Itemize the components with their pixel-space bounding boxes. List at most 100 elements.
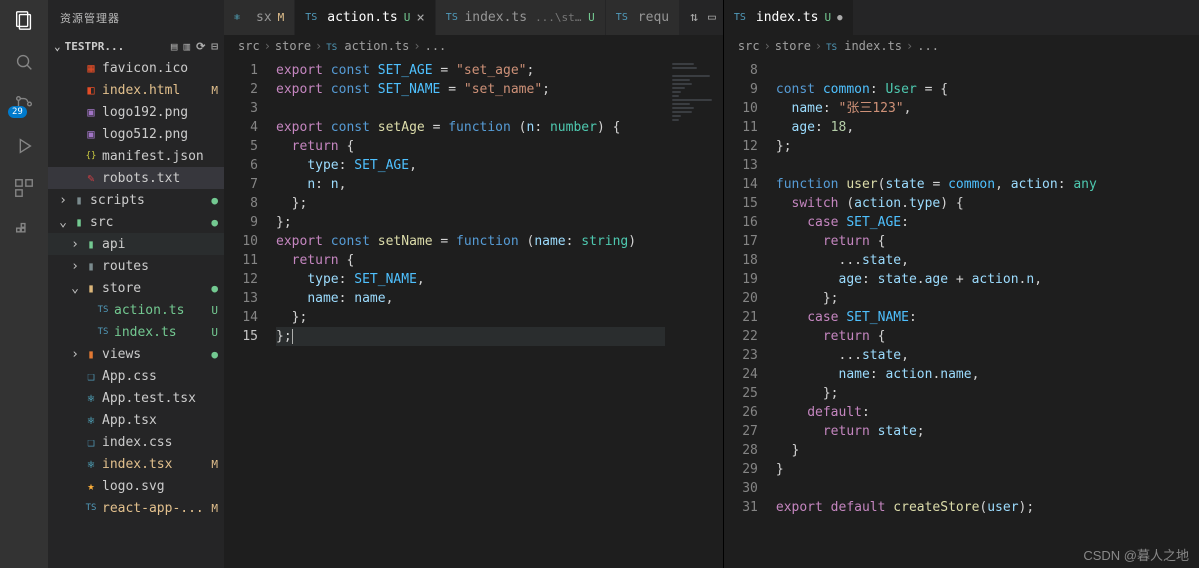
debug-icon[interactable] <box>12 134 36 158</box>
tree-item-label: manifest.json <box>102 149 204 164</box>
file-icon: ▮ <box>82 259 100 273</box>
collapse-icon[interactable]: ⊟ <box>211 40 218 53</box>
tree-item-label: index.html <box>102 83 204 98</box>
tree-item-label: App.tsx <box>102 413 204 428</box>
file-icon: ▦ <box>82 61 100 75</box>
tab-label: action.ts <box>327 10 397 25</box>
tree-item-scripts[interactable]: ›▮scripts● <box>48 189 224 211</box>
tree-item-label: index.tsx <box>102 457 204 472</box>
git-status: ● <box>204 348 218 361</box>
file-icon: ⚛ <box>82 457 100 471</box>
tree-item-views[interactable]: ›▮views● <box>48 343 224 365</box>
code-right[interactable]: const common: User = { name: "张三123", ag… <box>772 57 1199 568</box>
tree-item-logo192-png[interactable]: ▣logo192.png <box>48 101 224 123</box>
tree-item-label: views <box>102 347 204 362</box>
file-icon: ✎ <box>82 171 100 185</box>
code-left[interactable]: export const SET_AGE = "set_age";export … <box>272 57 665 568</box>
tab-sx[interactable]: ⚛sxM <box>224 0 295 35</box>
git-status: ● <box>204 216 218 229</box>
tree-item-label: App.test.tsx <box>102 391 204 406</box>
file-icon: ⚛ <box>82 413 100 427</box>
new-folder-icon[interactable]: ▥ <box>184 40 191 53</box>
tree-item-index-css[interactable]: ❑index.css <box>48 431 224 453</box>
source-control-icon[interactable]: 29 <box>12 92 36 116</box>
file-tree[interactable]: ▦favicon.ico◧index.htmlM▣logo192.png▣log… <box>48 57 224 568</box>
breadcrumb-item[interactable]: TS action.ts <box>326 39 409 53</box>
git-status: M <box>204 502 218 515</box>
breadcrumbs-right[interactable]: src›store›TS index.ts›... <box>724 35 1199 57</box>
new-file-icon[interactable]: ▤ <box>171 40 178 53</box>
extensions-icon[interactable] <box>12 176 36 200</box>
tree-item-favicon-ico[interactable]: ▦favicon.ico <box>48 57 224 79</box>
tree-item-index-ts[interactable]: TSindex.tsU <box>48 321 224 343</box>
file-icon: TS <box>82 503 100 513</box>
tab-index-ts[interactable]: TSindex.tsU● <box>724 0 854 35</box>
tree-item-label: routes <box>102 259 204 274</box>
breadcrumb-item[interactable]: ... <box>425 39 447 53</box>
dirty-dot-icon: ● <box>837 13 842 23</box>
file-icon: TS <box>94 305 112 315</box>
tab-action-ts[interactable]: TSaction.tsU× <box>295 0 436 35</box>
tab-index-ts[interactable]: TSindex.ts...\storeU <box>436 0 606 35</box>
tree-item-app-css[interactable]: ❑App.css <box>48 365 224 387</box>
editor-area: ⚛sxMTSaction.tsU×TSindex.ts...\storeU TS r… <box>224 0 1199 568</box>
tree-item-label: robots.txt <box>102 171 204 186</box>
tree-item-label: index.css <box>102 435 204 450</box>
breadcrumb-item[interactable]: TS index.ts <box>826 39 902 53</box>
refresh-icon[interactable]: ⟳ <box>196 40 205 53</box>
breadcrumb-item[interactable]: ... <box>917 39 939 53</box>
docker-icon[interactable] <box>12 218 36 242</box>
search-icon[interactable] <box>12 50 36 74</box>
tree-item-logo512-png[interactable]: ▣logo512.png <box>48 123 224 145</box>
project-header[interactable]: ⌄ TESTPR... ▤ ▥ ⟳ ⊟ <box>48 35 224 57</box>
tree-item-label: scripts <box>90 193 204 208</box>
git-status: ● <box>204 194 218 207</box>
tree-item-logo-svg[interactable]: ★logo.svg <box>48 475 224 497</box>
tabs-left: ⚛sxMTSaction.tsU×TSindex.ts...\storeU TS r… <box>224 0 723 35</box>
breadcrumb-item[interactable]: src <box>738 39 760 53</box>
breadcrumbs-left[interactable]: src›store›TS action.ts›... <box>224 35 723 57</box>
breadcrumb-item[interactable]: store <box>275 39 311 53</box>
tab-label: index.ts <box>756 10 819 25</box>
file-icon: ▮ <box>82 237 100 251</box>
tree-item-robots-txt[interactable]: ✎robots.txt <box>48 167 224 189</box>
compare-icon[interactable]: ⇅ <box>690 10 698 25</box>
tree-item-routes[interactable]: ›▮routes <box>48 255 224 277</box>
file-icon: {} <box>82 151 100 161</box>
minimap-left[interactable] <box>665 57 723 568</box>
tab-requ[interactable]: TS requ <box>606 0 680 35</box>
file-icon: ⚛ <box>234 12 250 23</box>
tree-item-label: App.css <box>102 369 204 384</box>
tree-item-react-app-[interactable]: TSreact-app-...M <box>48 497 224 519</box>
explorer-icon[interactable] <box>12 8 36 32</box>
tab-label: index.ts <box>464 10 527 25</box>
file-icon: ▣ <box>82 105 100 119</box>
editor-body-left[interactable]: 123456789101112131415 export const SET_A… <box>224 57 723 568</box>
git-status: U <box>204 326 218 339</box>
file-icon: ◧ <box>82 83 100 97</box>
tree-item-store[interactable]: ⌄▮store● <box>48 277 224 299</box>
tree-item-index-tsx[interactable]: ⚛index.tsxM <box>48 453 224 475</box>
tree-item-label: logo512.png <box>102 127 204 142</box>
file-icon: TS <box>616 12 632 23</box>
tree-item-app-test-tsx[interactable]: ⚛App.test.tsx <box>48 387 224 409</box>
breadcrumb-item[interactable]: store <box>775 39 811 53</box>
editor-body-right[interactable]: 8910111213141516171819202122232425262728… <box>724 57 1199 568</box>
tree-item-api[interactable]: ›▮api <box>48 233 224 255</box>
tree-item-app-tsx[interactable]: ⚛App.tsx <box>48 409 224 431</box>
split-icon[interactable]: ▭ <box>708 10 716 25</box>
file-icon: ▮ <box>82 281 100 295</box>
tab-label: requ <box>638 10 669 25</box>
tree-item-manifest-json[interactable]: {}manifest.json <box>48 145 224 167</box>
git-status: U <box>204 304 218 317</box>
tree-item-src[interactable]: ⌄▮src● <box>48 211 224 233</box>
tree-item-action-ts[interactable]: TSaction.tsU <box>48 299 224 321</box>
breadcrumb-item[interactable]: src <box>238 39 260 53</box>
close-icon[interactable]: × <box>416 10 424 26</box>
editor-group-right: TSindex.tsU● src›store›TS index.ts›... 8… <box>724 0 1199 568</box>
scm-badge: 29 <box>8 106 27 118</box>
file-icon: ❑ <box>82 435 100 449</box>
chevron-down-icon: ⌄ <box>54 40 61 53</box>
file-icon: ★ <box>82 479 100 493</box>
tree-item-index-html[interactable]: ◧index.htmlM <box>48 79 224 101</box>
